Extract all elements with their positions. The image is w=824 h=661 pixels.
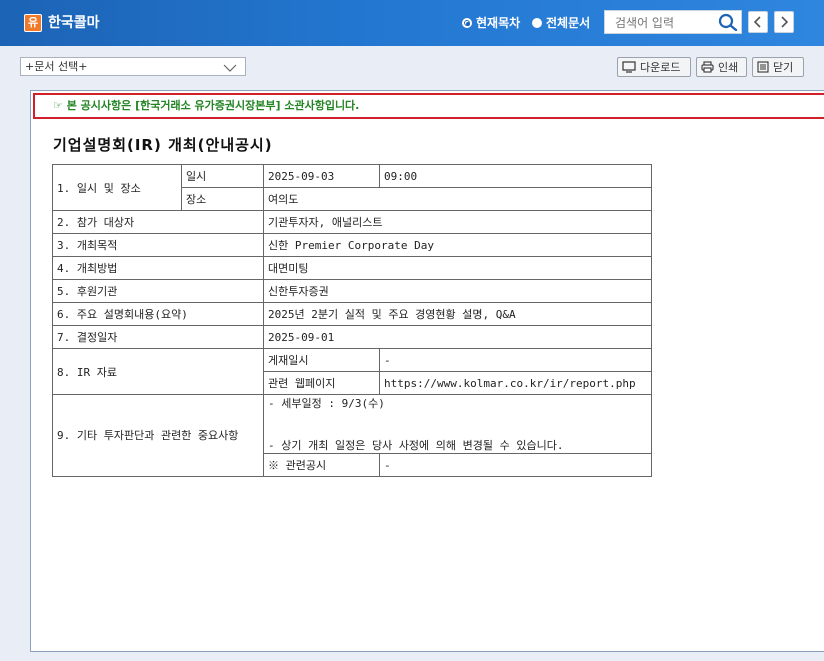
other-matters-line-1: - 세부일정 : 9/3(수) <box>268 397 385 410</box>
radio-entire-doc-label: 전체문서 <box>546 16 591 30</box>
value-sponsor: 신한투자증권 <box>263 279 652 303</box>
radio-current-toc-label: 현재목차 <box>476 16 521 30</box>
value-decision-date: 2025-09-01 <box>263 325 652 349</box>
table-row: 2. 참가 대상자 기관투자자, 애널리스트 <box>52 210 652 234</box>
table-row: 4. 개최방법 대면미팅 <box>52 256 652 280</box>
row-label-datetime-place: 1. 일시 및 장소 <box>52 164 182 211</box>
value-other-matters: - 세부일정 : 9/3(수) - 상기 개최 일정은 당사 사정에 의해 변경… <box>263 394 652 454</box>
value-purpose: 신한 Premier Corporate Day <box>263 233 652 257</box>
radio-entire-doc[interactable]: 전체문서 <box>532 14 590 31</box>
value-webpage-link[interactable]: https://www.kolmar.co.kr/ir/report.php <box>379 371 652 395</box>
row-label-sponsor: 5. 후원기관 <box>52 279 264 303</box>
row-label-method: 4. 개최방법 <box>52 256 264 280</box>
sub-label-related: ※ 관련공시 <box>263 453 380 477</box>
sub-label-place: 장소 <box>181 187 264 211</box>
row-label-summary: 6. 주요 설명회내용(요약) <box>52 302 264 326</box>
close-label: 닫기 <box>773 61 794 74</box>
radio-unselected-icon[interactable] <box>532 17 542 28</box>
search-icon[interactable] <box>718 13 738 34</box>
table-row: 1. 일시 및 장소 일시 2025-09-03 09:00 <box>52 164 652 211</box>
value-related: - <box>379 453 652 477</box>
download-label: 다운로드 <box>640 61 681 74</box>
value-posting: - <box>379 348 652 372</box>
sub-label-webpage: 관련 웹페이지 <box>263 371 380 395</box>
print-button[interactable]: 인쇄 <box>696 57 747 77</box>
search-input[interactable] <box>613 12 721 34</box>
radio-selected-icon[interactable] <box>462 17 472 28</box>
table-row: 6. 주요 설명회내용(요약) 2025년 2분기 실적 및 주요 경영현황 설… <box>52 302 652 326</box>
printer-icon <box>701 61 714 73</box>
table-row: 7. 결정일자 2025-09-01 <box>52 325 652 349</box>
value-summary: 2025년 2분기 실적 및 주요 경영현황 설명, Q&A <box>263 302 652 326</box>
close-button[interactable]: 닫기 <box>752 57 804 77</box>
monitor-icon <box>622 61 636 73</box>
other-matters-label: 9. 기타 투자판단과 관련한 중요사항 <box>57 429 239 442</box>
document-viewer[interactable]: ☞ 본 공시사항은 [한국거래소 유가증권시장본부] 소관사항입니다. 기업설명… <box>30 90 824 652</box>
value-participants: 기관투자자, 애널리스트 <box>263 210 652 234</box>
company-logo-icon: 유 <box>24 14 42 32</box>
jurisdiction-notice: ☞ 본 공시사항은 [한국거래소 유가증권시장본부] 소관사항입니다. <box>33 93 824 119</box>
top-header-bar: 유 한국콜마 현재목차 전체문서 <box>0 0 824 46</box>
table-row: 3. 개최목적 신한 Premier Corporate Day <box>52 233 652 257</box>
print-label: 인쇄 <box>718 61 739 74</box>
chevron-right-icon <box>781 16 789 28</box>
chevron-left-icon <box>753 16 761 28</box>
row-label-participants: 2. 참가 대상자 <box>52 210 264 234</box>
prev-button[interactable] <box>748 11 768 33</box>
table-row: 9. 기타 투자판단과 관련한 중요사항 - 세부일정 : 9/3(수) - 상… <box>52 394 652 477</box>
ir-disclosure-table: 1. 일시 및 장소 일시 2025-09-03 09:00 장소 여의도 2.… <box>52 164 652 477</box>
table-row: 8. IR 자료 게재일시 - <box>52 348 652 395</box>
value-place: 여의도 <box>263 187 652 211</box>
row-label-purpose: 3. 개최목적 <box>52 233 264 257</box>
row-label-ir-materials: 8. IR 자료 <box>52 348 264 395</box>
document-select[interactable]: +문서 선택+ <box>20 57 246 76</box>
value-method: 대면미팅 <box>263 256 652 280</box>
search-box <box>604 10 742 34</box>
chevron-down-icon <box>223 61 237 78</box>
document-list-icon <box>757 61 769 73</box>
value-time: 09:00 <box>379 164 652 188</box>
row-label-other-matters: 9. 기타 투자판단과 관련한 중요사항 <box>52 394 264 477</box>
table-row: 5. 후원기관 신한투자증권 <box>52 279 652 303</box>
company-name: 한국콜마 <box>48 15 100 31</box>
sub-label-posting: 게재일시 <box>263 348 380 372</box>
row-label-decision-date: 7. 결정일자 <box>52 325 264 349</box>
radio-current-toc[interactable]: 현재목차 <box>462 14 520 31</box>
next-button[interactable] <box>774 11 794 33</box>
sub-label-date: 일시 <box>181 164 264 188</box>
document-title: 기업설명회(IR) 개최(안내공시) <box>53 136 273 154</box>
download-button[interactable]: 다운로드 <box>617 57 691 77</box>
document-select-value: +문서 선택+ <box>25 60 88 73</box>
other-matters-line-2: - 상기 개최 일정은 당사 사정에 의해 변경될 수 있습니다. <box>268 439 564 452</box>
value-date: 2025-09-03 <box>263 164 380 188</box>
